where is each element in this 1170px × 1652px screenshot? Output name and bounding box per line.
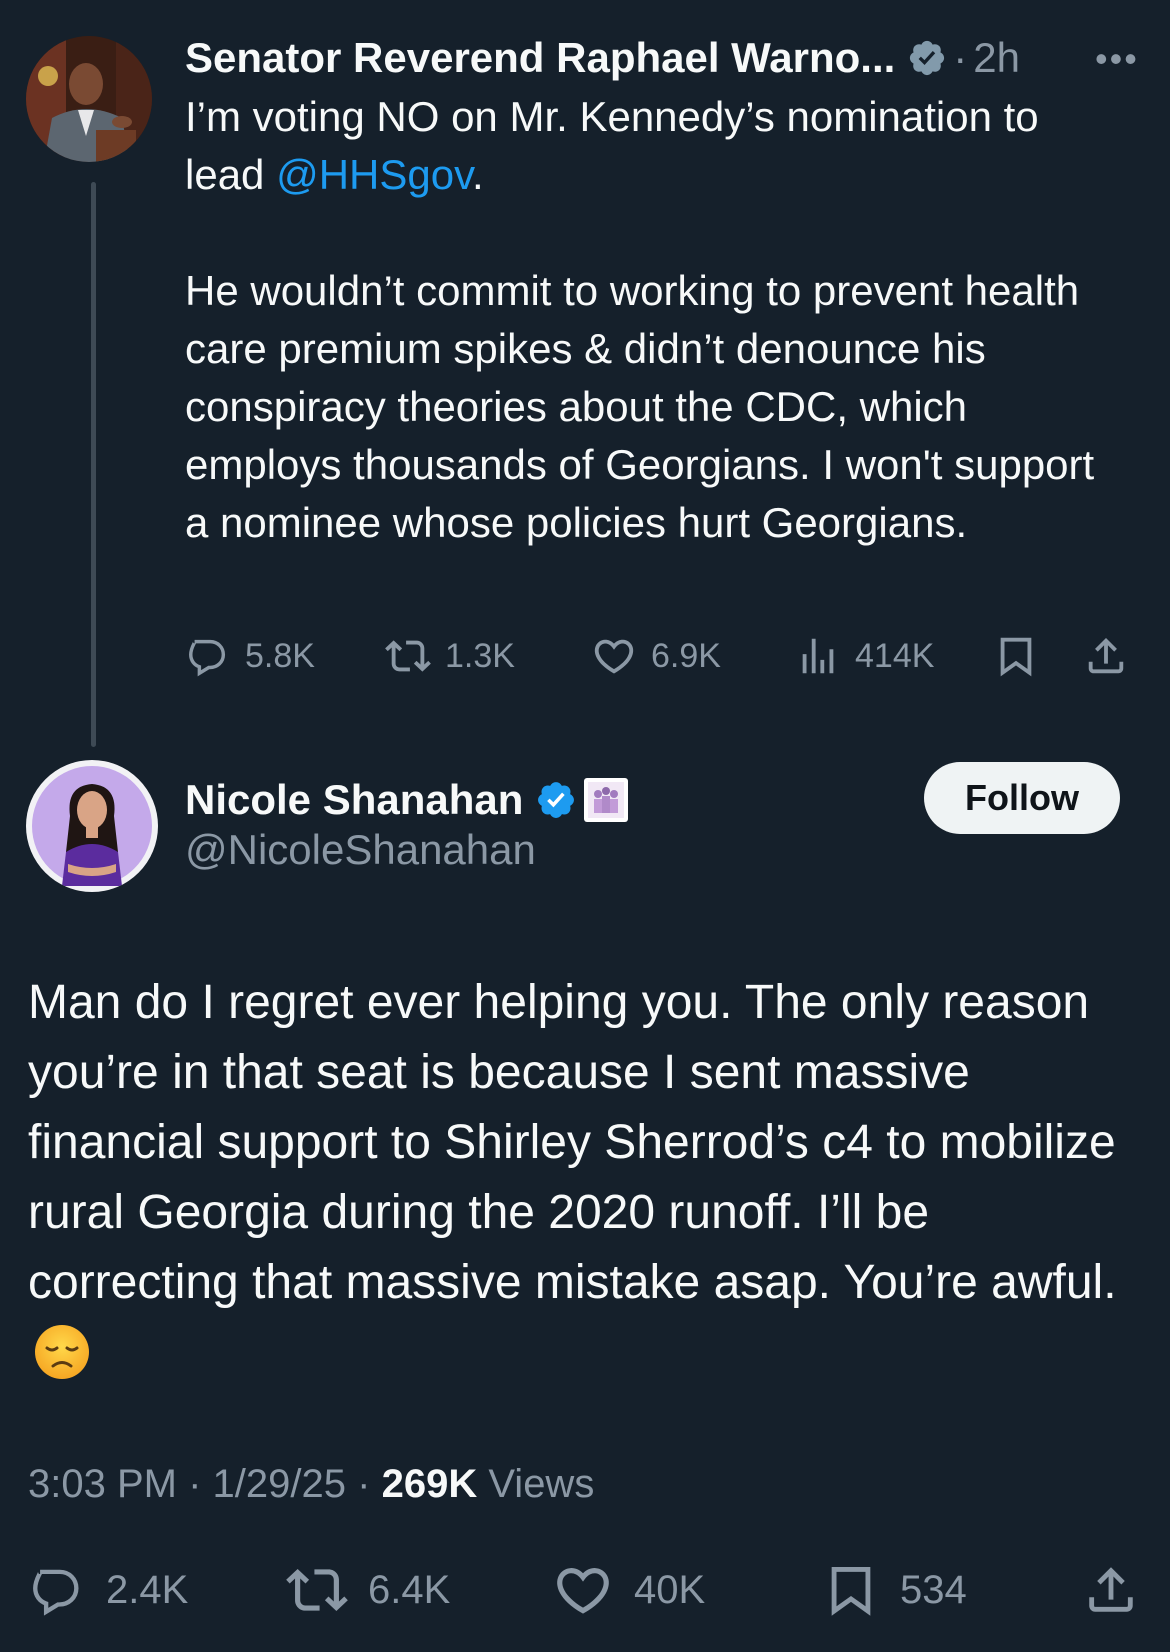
tweet-time[interactable]: 3:03 PM (28, 1462, 177, 1506)
verified-icon (907, 38, 947, 78)
tweet-text-part: . He wouldn’t commit to working to preve… (185, 151, 1095, 546)
bookmark-button[interactable]: 534 (822, 1560, 967, 1620)
author-name[interactable]: Senator Reverend Raphael Warno... (185, 34, 895, 82)
reply-tweet-text: Man do I regret ever helping you. The on… (28, 968, 1153, 1400)
like-icon (552, 1559, 614, 1621)
parent-action-bar: 5.8K 1.3K 6.9K 414K (185, 628, 1135, 684)
share-button[interactable] (1083, 628, 1129, 684)
like-count: 40K (634, 1567, 706, 1612)
follow-button[interactable]: Follow (924, 762, 1120, 834)
meta-separator: · (188, 1462, 202, 1506)
share-icon (1082, 1561, 1140, 1619)
reply-author-row: Nicole Shanahan (185, 772, 629, 828)
reply-count: 2.4K (106, 1567, 189, 1612)
reply-icon (185, 633, 231, 679)
bookmark-icon (822, 1561, 880, 1619)
views-count: 414K (855, 636, 935, 675)
author-name[interactable]: Nicole Shanahan (185, 776, 523, 824)
meta-separator: · (357, 1462, 371, 1506)
reply-action-bar: 2.4K 6.4K 40K 534 (28, 1560, 1148, 1620)
tweet-time[interactable]: 2h (973, 34, 1020, 82)
retweet-count: 6.4K (368, 1567, 451, 1612)
reply-button[interactable]: 5.8K (185, 628, 315, 684)
parent-tweet-text: I’m voting NO on Mr. Kennedy’s nominatio… (185, 88, 1125, 552)
author-handle[interactable]: @NicoleShanahan (185, 826, 536, 874)
parent-tweet-header: Senator Reverend Raphael Warno... · 2h (185, 30, 1145, 86)
verified-icon (535, 779, 577, 821)
tweet-metadata: 3:03 PM · 1/29/25 · 269K Views (28, 1462, 594, 1507)
views-icon (795, 633, 841, 679)
author-avatar-shanahan[interactable] (26, 760, 158, 892)
retweet-count: 1.3K (445, 636, 515, 675)
share-icon (1083, 633, 1129, 679)
views-label: Views (488, 1462, 595, 1506)
like-count: 6.9K (651, 636, 721, 675)
reply-button[interactable]: 2.4K (28, 1560, 188, 1620)
affiliate-badge-icon[interactable] (583, 777, 629, 823)
mention-link[interactable]: @HHSgov (276, 151, 472, 198)
reply-count: 5.8K (245, 636, 315, 675)
tweet-separator: · (953, 34, 968, 81)
views-count: 269K (381, 1462, 478, 1506)
more-icon[interactable]: ••• (1095, 38, 1139, 80)
like-icon (591, 633, 637, 679)
like-button[interactable]: 40K (552, 1560, 705, 1620)
retweet-button[interactable]: 6.4K (286, 1560, 450, 1620)
bookmark-icon (993, 633, 1039, 679)
disappointed-face-emoji (34, 1324, 90, 1400)
reply-icon (28, 1561, 86, 1619)
retweet-button[interactable]: 1.3K (385, 628, 515, 684)
tweet-date[interactable]: 1/29/25 (213, 1462, 346, 1506)
bookmark-button[interactable] (993, 628, 1039, 684)
tweet-text-part: Man do I regret ever helping you. The on… (28, 976, 1130, 1309)
author-avatar-warnock[interactable] (26, 36, 152, 162)
retweet-icon (286, 1559, 348, 1621)
thread-connector-line (91, 182, 96, 747)
retweet-icon (385, 633, 431, 679)
like-button[interactable]: 6.9K (591, 628, 721, 684)
share-button[interactable] (1082, 1560, 1140, 1620)
views-button[interactable]: 414K (795, 628, 934, 684)
bookmark-count: 534 (900, 1567, 967, 1612)
